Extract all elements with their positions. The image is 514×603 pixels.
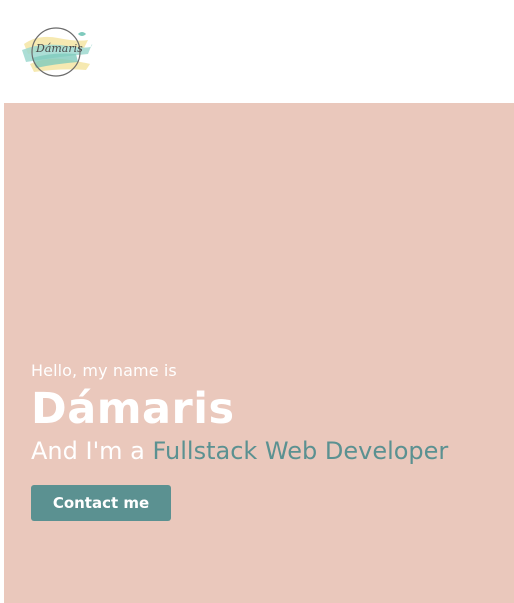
- hero-greeting: Hello, my name is: [31, 361, 177, 380]
- contact-button[interactable]: Contact me: [31, 485, 171, 521]
- hero-role-prefix: And I'm a: [31, 437, 145, 465]
- site-header: Dámaris: [0, 0, 514, 103]
- hero-role: And I'm a Fullstack Web Developer: [31, 437, 448, 465]
- hero-content: Hello, my name is Dámaris And I'm a Full…: [31, 361, 448, 521]
- hero-name: Dámaris: [31, 384, 235, 434]
- hero-role-highlight: Fullstack Web Developer: [152, 437, 449, 465]
- logo[interactable]: Dámaris: [18, 24, 94, 80]
- hero-section: Hello, my name is Dámaris And I'm a Full…: [4, 103, 514, 603]
- logo-text: Dámaris: [36, 42, 83, 55]
